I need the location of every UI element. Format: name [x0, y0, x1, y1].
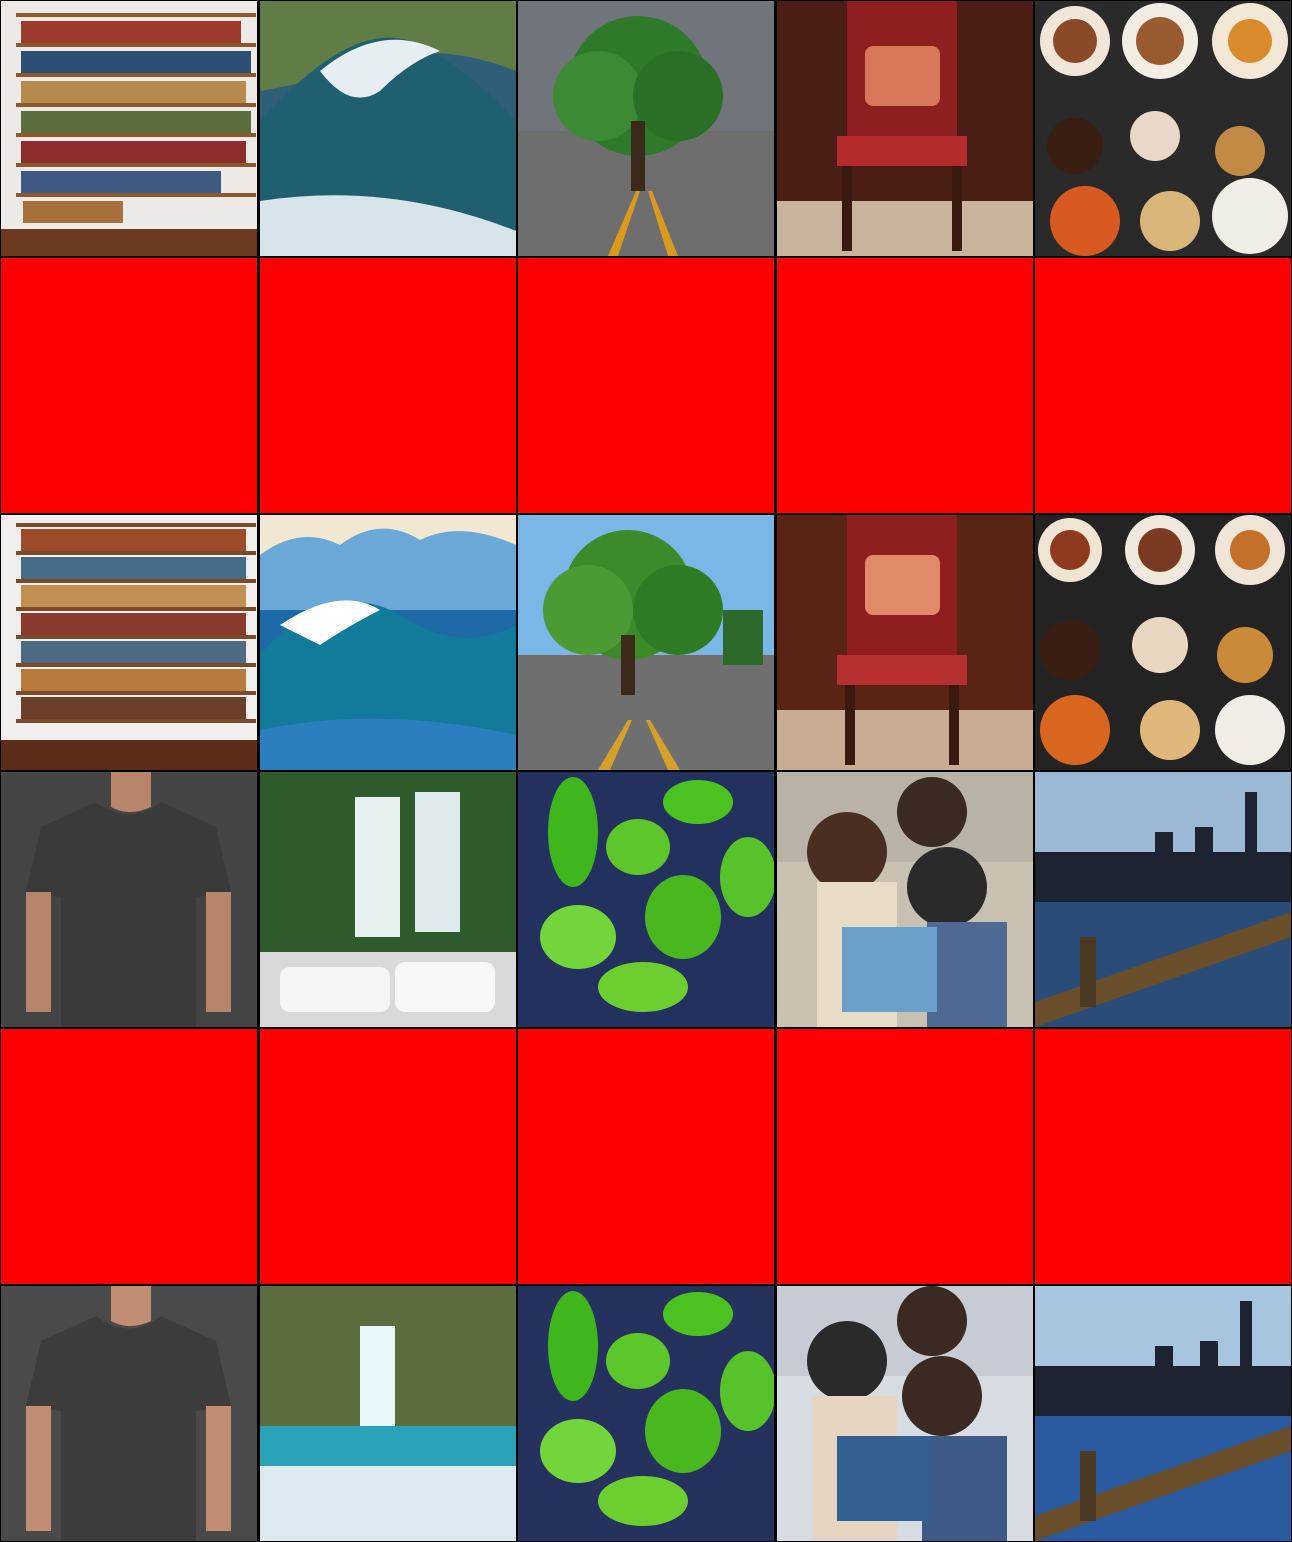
- waterfall-illustration: [259, 1286, 516, 1541]
- bookshelf-illustration: [1, 515, 257, 770]
- red-mask-tile: [1035, 258, 1291, 513]
- tree-image: [518, 1, 774, 256]
- people-image: [776, 772, 1033, 1027]
- city-illustration-image: [1035, 1286, 1291, 1541]
- tree-on-road-photo: [518, 1, 774, 256]
- armchair-image: [776, 1, 1033, 256]
- wave-image: [259, 1, 516, 256]
- gray-tshirt-illustration: [1, 1286, 257, 1541]
- red-mask-tile: [1035, 1029, 1291, 1284]
- tree-illustration-image: [518, 515, 774, 770]
- green-peppers-illustration: [518, 1286, 774, 1541]
- food-image: [1035, 1, 1291, 256]
- waterfall-photo: [259, 772, 516, 1027]
- waterfall-illustration-image: [259, 1286, 516, 1541]
- image-grid: [0, 0, 1292, 1542]
- armchair-illustration-image: [776, 515, 1033, 770]
- people-with-books-illustration: [776, 1286, 1033, 1541]
- red-mask-tile: [518, 1029, 774, 1284]
- tree-on-road-illustration: [518, 515, 774, 770]
- red-mask-tile: [259, 258, 516, 513]
- city-bridge-photo: [1035, 772, 1291, 1027]
- red-armchair-photo: [776, 1, 1033, 256]
- food-spread-photo: [1035, 1, 1291, 256]
- red-mask-tile: [259, 1029, 516, 1284]
- city-bridge-illustration: [1035, 1286, 1291, 1541]
- green-peppers-photo: [518, 772, 774, 1027]
- bookshelf-image: [1, 1, 257, 256]
- ocean-wave-illustration: [259, 515, 516, 770]
- red-mask-tile: [518, 258, 774, 513]
- bookshelf-photo: [1, 1, 257, 256]
- wave-illustration-image: [259, 515, 516, 770]
- red-mask-tile: [1, 1029, 257, 1284]
- bookshelf-illustration-image: [1, 515, 257, 770]
- peppers-illustration-image: [518, 1286, 774, 1541]
- tshirt-image: [1, 772, 257, 1027]
- ocean-wave-photo: [259, 1, 516, 256]
- red-mask-tile: [1, 258, 257, 513]
- gray-tshirt-photo: [1, 772, 257, 1027]
- food-spread-illustration: [1035, 515, 1291, 770]
- red-armchair-illustration: [776, 515, 1033, 770]
- food-illustration-image: [1035, 515, 1291, 770]
- peppers-image: [518, 772, 774, 1027]
- people-with-books-photo: [776, 772, 1033, 1027]
- tshirt-illustration-image: [1, 1286, 257, 1541]
- red-mask-tile: [776, 1029, 1033, 1284]
- waterfall-image: [259, 772, 516, 1027]
- people-illustration-image: [776, 1286, 1033, 1541]
- city-image: [1035, 772, 1291, 1027]
- red-mask-tile: [776, 258, 1033, 513]
